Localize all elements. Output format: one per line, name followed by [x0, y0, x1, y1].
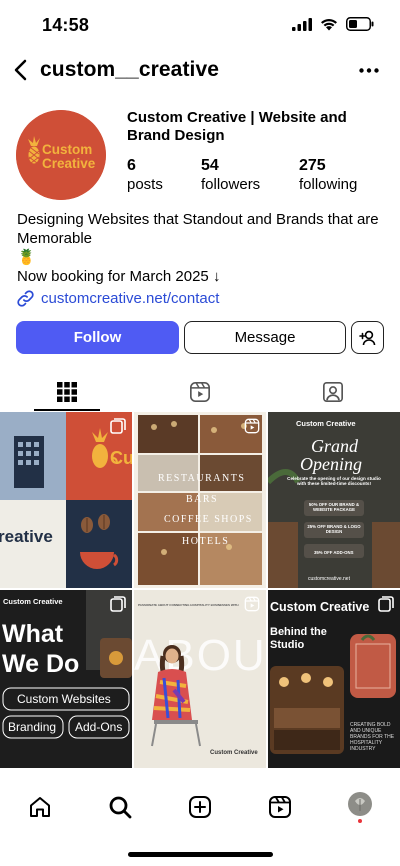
post-2-label-restaurants: RESTAURANTS: [158, 473, 245, 484]
following-count: 275: [299, 157, 326, 174]
post-5-tagline: PASSIONATE ABOUT CONNECTING HOSPITALITY …: [138, 603, 239, 607]
post-3-description: Celebrate the opening of our design stud…: [287, 476, 381, 487]
message-button[interactable]: Message: [184, 321, 346, 354]
home-indicator: [128, 852, 273, 857]
post-6-brand: Custom Creative: [270, 600, 369, 614]
post-4-brand: Custom Creative: [3, 597, 63, 606]
follow-button[interactable]: Follow: [16, 321, 179, 354]
post-2-label-bars: BARS: [186, 494, 218, 505]
post-6-subtitle-line2: Studio: [270, 639, 304, 651]
wifi-icon: [321, 18, 337, 30]
post-3-offer-1: 50% OFF OUR BRAND & WEBSITE PACKAGE: [308, 502, 360, 512]
post-4-pill-3: Add-Ons: [75, 720, 122, 734]
more-options-icon[interactable]: [354, 58, 384, 82]
post-2-label-coffee-shops: COFFEE SHOPS: [164, 514, 253, 525]
bio-line: Now booking for March 2025 ↓: [17, 268, 221, 285]
username: custom__creative: [40, 58, 220, 81]
carousel-icon: [110, 418, 126, 434]
followers-count: 54: [201, 157, 219, 174]
tab-tagged[interactable]: [266, 372, 399, 412]
stat-followers[interactable]: 54 followers: [201, 156, 260, 194]
posts-grid: reative Cu RESTAURANTS BARS COFFEE SHOPS…: [0, 412, 400, 768]
reel-icon: [244, 418, 260, 434]
tab-posts-grid[interactable]: [0, 372, 133, 412]
post-1-text: reative: [0, 527, 53, 546]
status-bar: 14:58: [0, 0, 400, 50]
tagged-icon: [322, 382, 343, 402]
home-icon: [30, 797, 50, 817]
post-4-title-line1: What: [2, 620, 64, 648]
post-2[interactable]: RESTAURANTS BARS COFFEE SHOPS HOTELS: [134, 412, 266, 588]
stat-posts: 6 posts: [127, 156, 163, 194]
active-tab-indicator: [34, 409, 100, 411]
website-link-text[interactable]: customcreative.net/contact: [41, 290, 219, 307]
avatar-logo: Custom Creative: [16, 110, 106, 200]
profile-header: custom__creative: [0, 52, 400, 92]
create-post-icon: [189, 796, 211, 818]
pineapple-emoji: 🍍: [17, 249, 36, 266]
bio: Designing Websites that Standout and Bra…: [17, 210, 387, 286]
nav-search[interactable]: [105, 792, 135, 822]
posts-count: 6: [127, 157, 136, 174]
post-3-url: customcreative.net: [308, 576, 351, 582]
post-3-title-line2: Opening: [300, 454, 362, 474]
post-4-pill-2: Branding: [8, 720, 56, 734]
nav-reels[interactable]: [265, 792, 295, 822]
back-arrow-icon[interactable]: [6, 56, 34, 84]
post-2-label-hotels: HOTELS: [182, 536, 229, 547]
avatar-text-line1: Custom: [42, 142, 92, 157]
post-1-brand-short: Cu: [110, 448, 132, 468]
post-3-title-line1: Grand: [311, 436, 359, 456]
carousel-icon: [110, 596, 126, 612]
reels-icon: [189, 382, 210, 402]
post-2-artwork: RESTAURANTS BARS COFFEE SHOPS HOTELS: [134, 412, 266, 588]
profile-tabs: [0, 372, 400, 412]
post-3-artwork: Custom Creative Grand Opening Celebrate …: [268, 412, 400, 588]
link-icon: [17, 290, 34, 307]
post-4-title-line2: We Do: [2, 650, 79, 678]
carousel-icon: [378, 596, 394, 612]
post-3[interactable]: Custom Creative Grand Opening Celebrate …: [268, 412, 400, 588]
following-label: following: [299, 176, 358, 193]
nav-home[interactable]: [25, 792, 55, 822]
post-5-big-text: ABOUT ME: [134, 631, 266, 680]
post-4-artwork: Custom Creative What We Do Custom Websit…: [0, 590, 132, 768]
post-6-caption: CREATING BOLD AND UNIQUE BRANDS FOR THE …: [350, 722, 395, 752]
bio-line: Designing Websites that Standout and Bra…: [17, 211, 379, 247]
post-5-brand: Custom Creative: [210, 750, 258, 756]
cellular-signal-icon: [292, 17, 312, 31]
post-4[interactable]: Custom Creative What We Do Custom Websit…: [0, 590, 132, 768]
post-6-subtitle-line1: Behind the: [270, 626, 327, 638]
profile-avatar-icon: [348, 792, 372, 823]
reels-icon: [269, 796, 291, 818]
post-5[interactable]: PASSIONATE ABOUT CONNECTING HOSPITALITY …: [134, 590, 266, 768]
grid-icon: [56, 382, 77, 402]
nav-create[interactable]: [185, 792, 215, 822]
website-link[interactable]: customcreative.net/contact: [16, 289, 219, 308]
posts-label: posts: [127, 176, 163, 193]
stat-following[interactable]: 275 following: [299, 156, 357, 194]
post-3-offer-2: 25% OFF BRAND & LOGO DESIGN: [307, 524, 361, 534]
post-3-offer-3: 35% OFF ADD-ONS: [314, 550, 354, 555]
display-name: Custom Creative | Website and Brand Desi…: [127, 109, 347, 144]
post-4-pill-1: Custom Websites: [17, 692, 111, 706]
nav-profile[interactable]: [345, 792, 375, 823]
post-6[interactable]: Custom Creative Behind the Studio CREATI…: [268, 590, 400, 768]
battery-icon: [346, 17, 374, 31]
reel-icon: [244, 596, 260, 612]
tab-reels[interactable]: [133, 372, 266, 412]
post-6-artwork: Custom Creative Behind the Studio CREATI…: [268, 590, 400, 768]
search-icon: [109, 796, 132, 819]
add-user-icon: [358, 330, 375, 345]
post-1-artwork: reative Cu: [0, 412, 132, 588]
avatar[interactable]: Custom Creative: [16, 110, 106, 200]
post-3-brand: Custom Creative: [296, 419, 356, 428]
status-time: 14:58: [42, 15, 90, 35]
post-5-artwork: PASSIONATE ABOUT CONNECTING HOSPITALITY …: [134, 590, 266, 768]
post-1[interactable]: reative Cu: [0, 412, 132, 588]
status-icons: [292, 17, 374, 31]
avatar-text-line2: Creative: [42, 156, 96, 171]
add-user-button[interactable]: [351, 321, 384, 354]
followers-label: followers: [201, 176, 261, 193]
